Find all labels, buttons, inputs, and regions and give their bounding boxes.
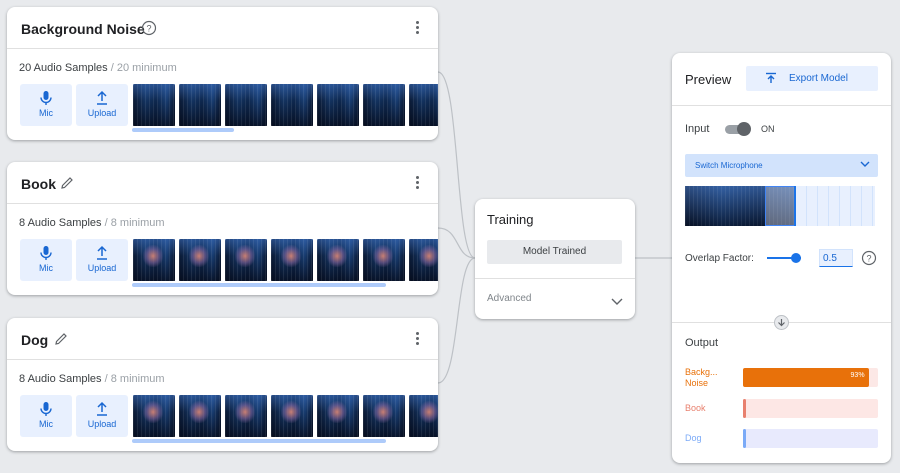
divider <box>475 278 635 279</box>
sample-spectrogram[interactable] <box>225 395 267 437</box>
sample-spectrogram[interactable] <box>133 84 175 126</box>
divider <box>672 105 891 106</box>
class-card-background-noise: Background Noise ? 20 Audio Samples / 20… <box>7 7 438 140</box>
sample-spectrogram[interactable] <box>409 84 438 126</box>
thumbnail-scrollbar[interactable] <box>132 128 234 132</box>
more-options-icon[interactable] <box>416 21 420 35</box>
svg-text:?: ? <box>866 254 871 264</box>
svg-text:?: ? <box>146 24 151 34</box>
sample-thumbnails[interactable] <box>133 239 438 281</box>
confidence-fill <box>743 429 746 448</box>
pencil-icon[interactable] <box>59 175 75 191</box>
confidence-fill <box>743 399 746 418</box>
training-card: Training Model Trained Advanced <box>475 199 635 319</box>
sample-spectrogram[interactable] <box>409 239 438 281</box>
class-title[interactable]: Background Noise <box>21 21 145 37</box>
overlap-factor-input[interactable]: 0.5 <box>819 249 853 267</box>
sample-spectrogram[interactable] <box>363 395 405 437</box>
class-title[interactable]: Dog <box>21 332 48 348</box>
arrow-down-icon <box>774 315 789 330</box>
sample-spectrogram[interactable] <box>133 395 175 437</box>
sample-count: 20 Audio Samples / 20 minimum <box>19 62 177 74</box>
sample-spectrogram[interactable] <box>271 239 313 281</box>
upload-button[interactable]: Upload <box>76 239 128 281</box>
sample-count: 8 Audio Samples / 8 minimum <box>19 373 165 385</box>
sample-thumbnails[interactable] <box>133 84 438 126</box>
sample-spectrogram[interactable] <box>133 239 175 281</box>
upload-icon <box>97 245 107 260</box>
confidence-fill: 93% <box>743 368 869 387</box>
class-card-header: Background Noise ? <box>7 7 438 49</box>
class-card-dog: Dog 8 Audio Samples / 8 minimum Mic Uplo… <box>7 318 438 451</box>
more-options-icon[interactable] <box>416 332 420 346</box>
sample-spectrogram[interactable] <box>225 84 267 126</box>
class-card-header: Dog <box>7 318 438 360</box>
output-row-book: Book <box>685 399 878 419</box>
sample-spectrogram[interactable] <box>271 84 313 126</box>
thumbnail-scrollbar[interactable] <box>132 439 386 443</box>
export-icon <box>766 72 776 83</box>
sample-spectrogram[interactable] <box>363 84 405 126</box>
preview-title: Preview <box>685 72 732 87</box>
sample-count: 8 Audio Samples / 8 minimum <box>19 217 165 229</box>
confidence-bar <box>743 429 878 448</box>
sample-spectrogram[interactable] <box>409 395 438 437</box>
sample-spectrogram[interactable] <box>179 395 221 437</box>
more-options-icon[interactable] <box>416 176 420 190</box>
sample-thumbnails[interactable] <box>133 395 438 437</box>
mic-button[interactable]: Mic <box>20 395 72 437</box>
help-circle-icon[interactable]: ? <box>141 20 157 36</box>
output-row-dog: Dog <box>685 429 878 449</box>
mic-icon <box>40 91 52 105</box>
model-trained-button[interactable]: Model Trained <box>487 240 622 264</box>
switch-microphone-dropdown[interactable]: Switch Microphone <box>685 154 878 177</box>
upload-icon <box>97 90 107 105</box>
input-toggle[interactable] <box>725 122 751 136</box>
advanced-toggle[interactable]: Advanced <box>487 293 531 304</box>
export-model-button[interactable]: Export Model <box>746 66 878 91</box>
sample-spectrogram[interactable] <box>317 239 359 281</box>
mic-icon <box>40 402 52 416</box>
output-row-background-noise: Backg... Noise 93% <box>685 367 878 391</box>
pencil-icon[interactable] <box>53 331 69 347</box>
class-card-book: Book 8 Audio Samples / 8 minimum Mic Upl… <box>7 162 438 295</box>
sample-spectrogram[interactable] <box>225 239 267 281</box>
sample-spectrogram[interactable] <box>179 84 221 126</box>
output-class-name: Book <box>685 403 706 413</box>
class-title[interactable]: Book <box>21 176 56 192</box>
sample-spectrogram[interactable] <box>317 395 359 437</box>
class-card-header: Book <box>7 162 438 204</box>
upload-button[interactable]: Upload <box>76 395 128 437</box>
input-label: Input <box>685 123 710 135</box>
preview-card: Preview Export Model Input ON Switch Mic… <box>672 53 891 463</box>
chevron-down-icon[interactable] <box>611 293 623 311</box>
help-circle-icon[interactable]: ? <box>861 250 877 271</box>
upload-button[interactable]: Upload <box>76 84 128 126</box>
output-class-name: Dog <box>685 433 702 443</box>
confidence-bar <box>743 399 878 418</box>
output-label: Output <box>685 337 719 349</box>
mic-icon <box>40 246 52 260</box>
playhead <box>794 186 796 226</box>
upload-icon <box>97 401 107 416</box>
output-class-name: Backg... Noise <box>685 367 718 388</box>
sample-spectrogram[interactable] <box>271 395 313 437</box>
analysis-window <box>765 186 795 226</box>
sample-spectrogram[interactable] <box>363 239 405 281</box>
training-title: Training <box>487 212 534 227</box>
sample-spectrogram[interactable] <box>179 239 221 281</box>
live-spectrogram <box>685 186 875 226</box>
overlap-factor-label: Overlap Factor: <box>685 253 754 264</box>
mic-button[interactable]: Mic <box>20 239 72 281</box>
toggle-state-label: ON <box>761 124 775 134</box>
chevron-down-icon <box>860 161 870 167</box>
overlap-factor-slider[interactable] <box>767 252 803 264</box>
sample-spectrogram[interactable] <box>317 84 359 126</box>
thumbnail-scrollbar[interactable] <box>132 283 386 287</box>
confidence-bar: 93% <box>743 368 878 387</box>
mic-button[interactable]: Mic <box>20 84 72 126</box>
